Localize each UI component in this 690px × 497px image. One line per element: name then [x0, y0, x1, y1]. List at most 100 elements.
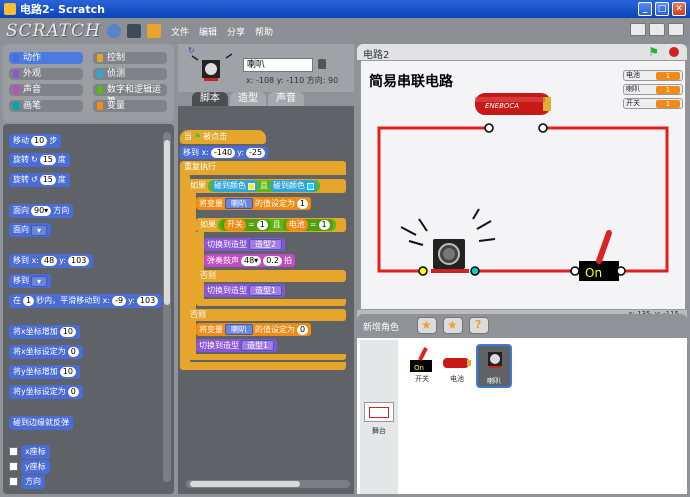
block-dropdown[interactable]: ▾	[31, 224, 48, 236]
block-goto[interactable]: 移到 ▾	[9, 274, 52, 288]
maximize-button[interactable]: □	[655, 2, 669, 16]
block-input[interactable]: 15	[39, 155, 56, 165]
save-icon[interactable]	[126, 24, 141, 38]
block-change-y[interactable]: 将y坐标增加 10	[9, 365, 80, 379]
menu-file[interactable]: 文件	[171, 25, 189, 38]
block-dropdown[interactable]: 喇叭	[225, 198, 253, 209]
block-switch-costume-2[interactable]: 切换到造型 造型2	[204, 238, 286, 251]
block-goto-xy-script[interactable]: 移到 x: -140 y: -25	[180, 146, 269, 159]
block-input[interactable]: 1	[23, 296, 35, 306]
menu-share[interactable]: 分享	[227, 25, 245, 38]
block-input[interactable]: 10	[59, 327, 76, 337]
random-sprite-button[interactable]: ?	[469, 317, 489, 334]
stage-thumbnail[interactable]	[364, 402, 394, 422]
block-input[interactable]: 1	[297, 198, 309, 209]
block-input[interactable]: 10	[31, 136, 48, 146]
direction-checkbox[interactable]	[9, 477, 18, 486]
block-glide[interactable]: 在 1 秒内，平滑移动到 x: -9 y: 103	[9, 294, 163, 308]
sprite-name-field[interactable]: 喇叭	[243, 58, 313, 72]
block-point-direction[interactable]: 面向 90▾ 方向	[9, 204, 74, 218]
small-stage-button[interactable]	[630, 23, 646, 36]
block-input[interactable]: -9	[112, 296, 127, 306]
block-input[interactable]: 1	[256, 220, 268, 230]
xpos-checkbox[interactable]	[9, 447, 18, 456]
block-input[interactable]: 0	[67, 387, 79, 397]
stage-canvas[interactable]: 简易串联电路 ENEBOCA On 电池 1 喇叭 1 开关 1	[360, 60, 686, 310]
green-flag-icon[interactable]: ⚑	[648, 45, 659, 59]
block-input[interactable]: -140	[210, 147, 236, 158]
block-input[interactable]: 103	[68, 256, 90, 266]
equals-operator[interactable]: 开关 = 1	[221, 219, 271, 231]
block-input[interactable]: 1	[318, 220, 330, 230]
and-operator[interactable]: 碰到颜色且碰到颜色	[208, 180, 320, 192]
block-input[interactable]: 0	[67, 347, 79, 357]
block-input[interactable]: 48▾	[241, 255, 262, 266]
block-point-towards[interactable]: 面向 ▾	[9, 223, 52, 237]
block-change-x[interactable]: 将x坐标增加 10	[9, 325, 80, 339]
block-when-flag-clicked[interactable]: 当 ⚑ 被点击	[180, 130, 266, 144]
block-x-position[interactable]: x座标	[21, 445, 50, 459]
block-play-drum[interactable]: 弹奏鼓声 48▾ 0.2 拍	[204, 254, 295, 267]
block-turn-right[interactable]: 旋转 ↻ 15 度	[9, 153, 70, 167]
scripts-area[interactable]: 当 ⚑ 被点击 移到 x: -140 y: -25 重复执行 如果 碰到颜色且碰到颜色 将…	[178, 106, 354, 494]
tab-scripts[interactable]: 脚本	[192, 92, 228, 106]
block-switch-costume-1b[interactable]: 切换到造型 造型1	[196, 339, 278, 352]
minimize-button[interactable]: _	[638, 2, 652, 16]
block-goto-xy[interactable]: 移到 x: 48 y: 103	[9, 254, 94, 268]
presentation-mode-button[interactable]	[668, 23, 684, 36]
block-input[interactable]: 48	[40, 256, 58, 266]
block-dropdown[interactable]: 造型2	[249, 239, 283, 250]
sprite-thumb-switch[interactable]: On 开关	[406, 346, 438, 386]
category-control[interactable]: 控制	[93, 52, 167, 64]
lock-icon[interactable]	[318, 59, 326, 69]
block-dropdown[interactable]: 造型1	[241, 340, 275, 351]
variable-reporter[interactable]: 开关	[224, 219, 246, 231]
ypos-checkbox[interactable]	[9, 462, 18, 471]
share-icon[interactable]	[146, 24, 161, 38]
block-if-else-outer[interactable]: 如果 碰到颜色且碰到颜色	[186, 179, 346, 193]
block-set-x[interactable]: 将x坐标设定为 0	[9, 345, 83, 359]
category-looks[interactable]: 外观	[9, 68, 83, 80]
block-input[interactable]: 15	[39, 175, 56, 185]
block-input[interactable]: 0	[297, 324, 309, 335]
and-operator[interactable]: 开关 = 1 且电池 = 1	[218, 219, 336, 231]
watcher-switch[interactable]: 开关 1	[623, 98, 683, 109]
block-input[interactable]: 103	[136, 296, 159, 306]
block-y-position[interactable]: y座标	[21, 460, 50, 474]
category-variables[interactable]: 变量	[93, 100, 167, 112]
color-swatch[interactable]	[248, 182, 255, 190]
block-if-else-inner[interactable]: 如果 开关 = 1 且电池 = 1	[196, 218, 346, 232]
choose-sprite-button[interactable]: ★	[443, 317, 463, 334]
block-input[interactable]: 90▾	[31, 206, 52, 216]
category-sound[interactable]: 声音	[9, 84, 83, 96]
close-button[interactable]: ✕	[672, 2, 686, 16]
block-dropdown[interactable]: ▾	[31, 275, 48, 287]
category-operators[interactable]: 数字和逻辑运算	[93, 84, 167, 107]
menu-edit[interactable]: 编辑	[199, 25, 217, 38]
block-move[interactable]: 移动 10 步	[9, 134, 62, 148]
block-set-var-0[interactable]: 将变量 喇叭 的值设定为 0	[196, 323, 312, 336]
palette-scrollbar[interactable]	[163, 132, 171, 482]
watcher-speaker[interactable]: 喇叭 1	[623, 84, 683, 95]
scroll-thumb[interactable]	[164, 140, 170, 305]
block-input[interactable]: 0.2	[263, 255, 282, 266]
touching-color-block[interactable]: 碰到颜色	[211, 180, 258, 192]
block-turn-left[interactable]: 旋转 ↺ 15 度	[9, 173, 70, 187]
menu-help[interactable]: 帮助	[255, 25, 273, 38]
tab-sounds[interactable]: 声音	[268, 92, 304, 106]
block-switch-costume-1[interactable]: 切换到造型 造型1	[204, 284, 286, 297]
sprite-thumb-battery[interactable]: 电池	[440, 346, 474, 386]
category-pen[interactable]: 画笔	[9, 100, 83, 112]
globe-icon[interactable]	[106, 24, 121, 38]
paint-sprite-button[interactable]: ★	[417, 317, 437, 334]
block-input[interactable]: -25	[246, 147, 266, 158]
category-sensing[interactable]: 侦测	[93, 68, 167, 80]
stop-icon[interactable]	[669, 47, 679, 57]
scripts-horizontal-scrollbar[interactable]	[186, 480, 350, 488]
block-set-var-1[interactable]: 将变量 喇叭 的值设定为 1	[196, 197, 312, 210]
block-dropdown[interactable]: 造型1	[249, 285, 283, 296]
color-swatch[interactable]	[307, 182, 314, 190]
block-dropdown[interactable]: 喇叭	[225, 324, 253, 335]
watcher-battery[interactable]: 电池 1	[623, 70, 683, 81]
block-direction[interactable]: 方向	[21, 475, 45, 489]
